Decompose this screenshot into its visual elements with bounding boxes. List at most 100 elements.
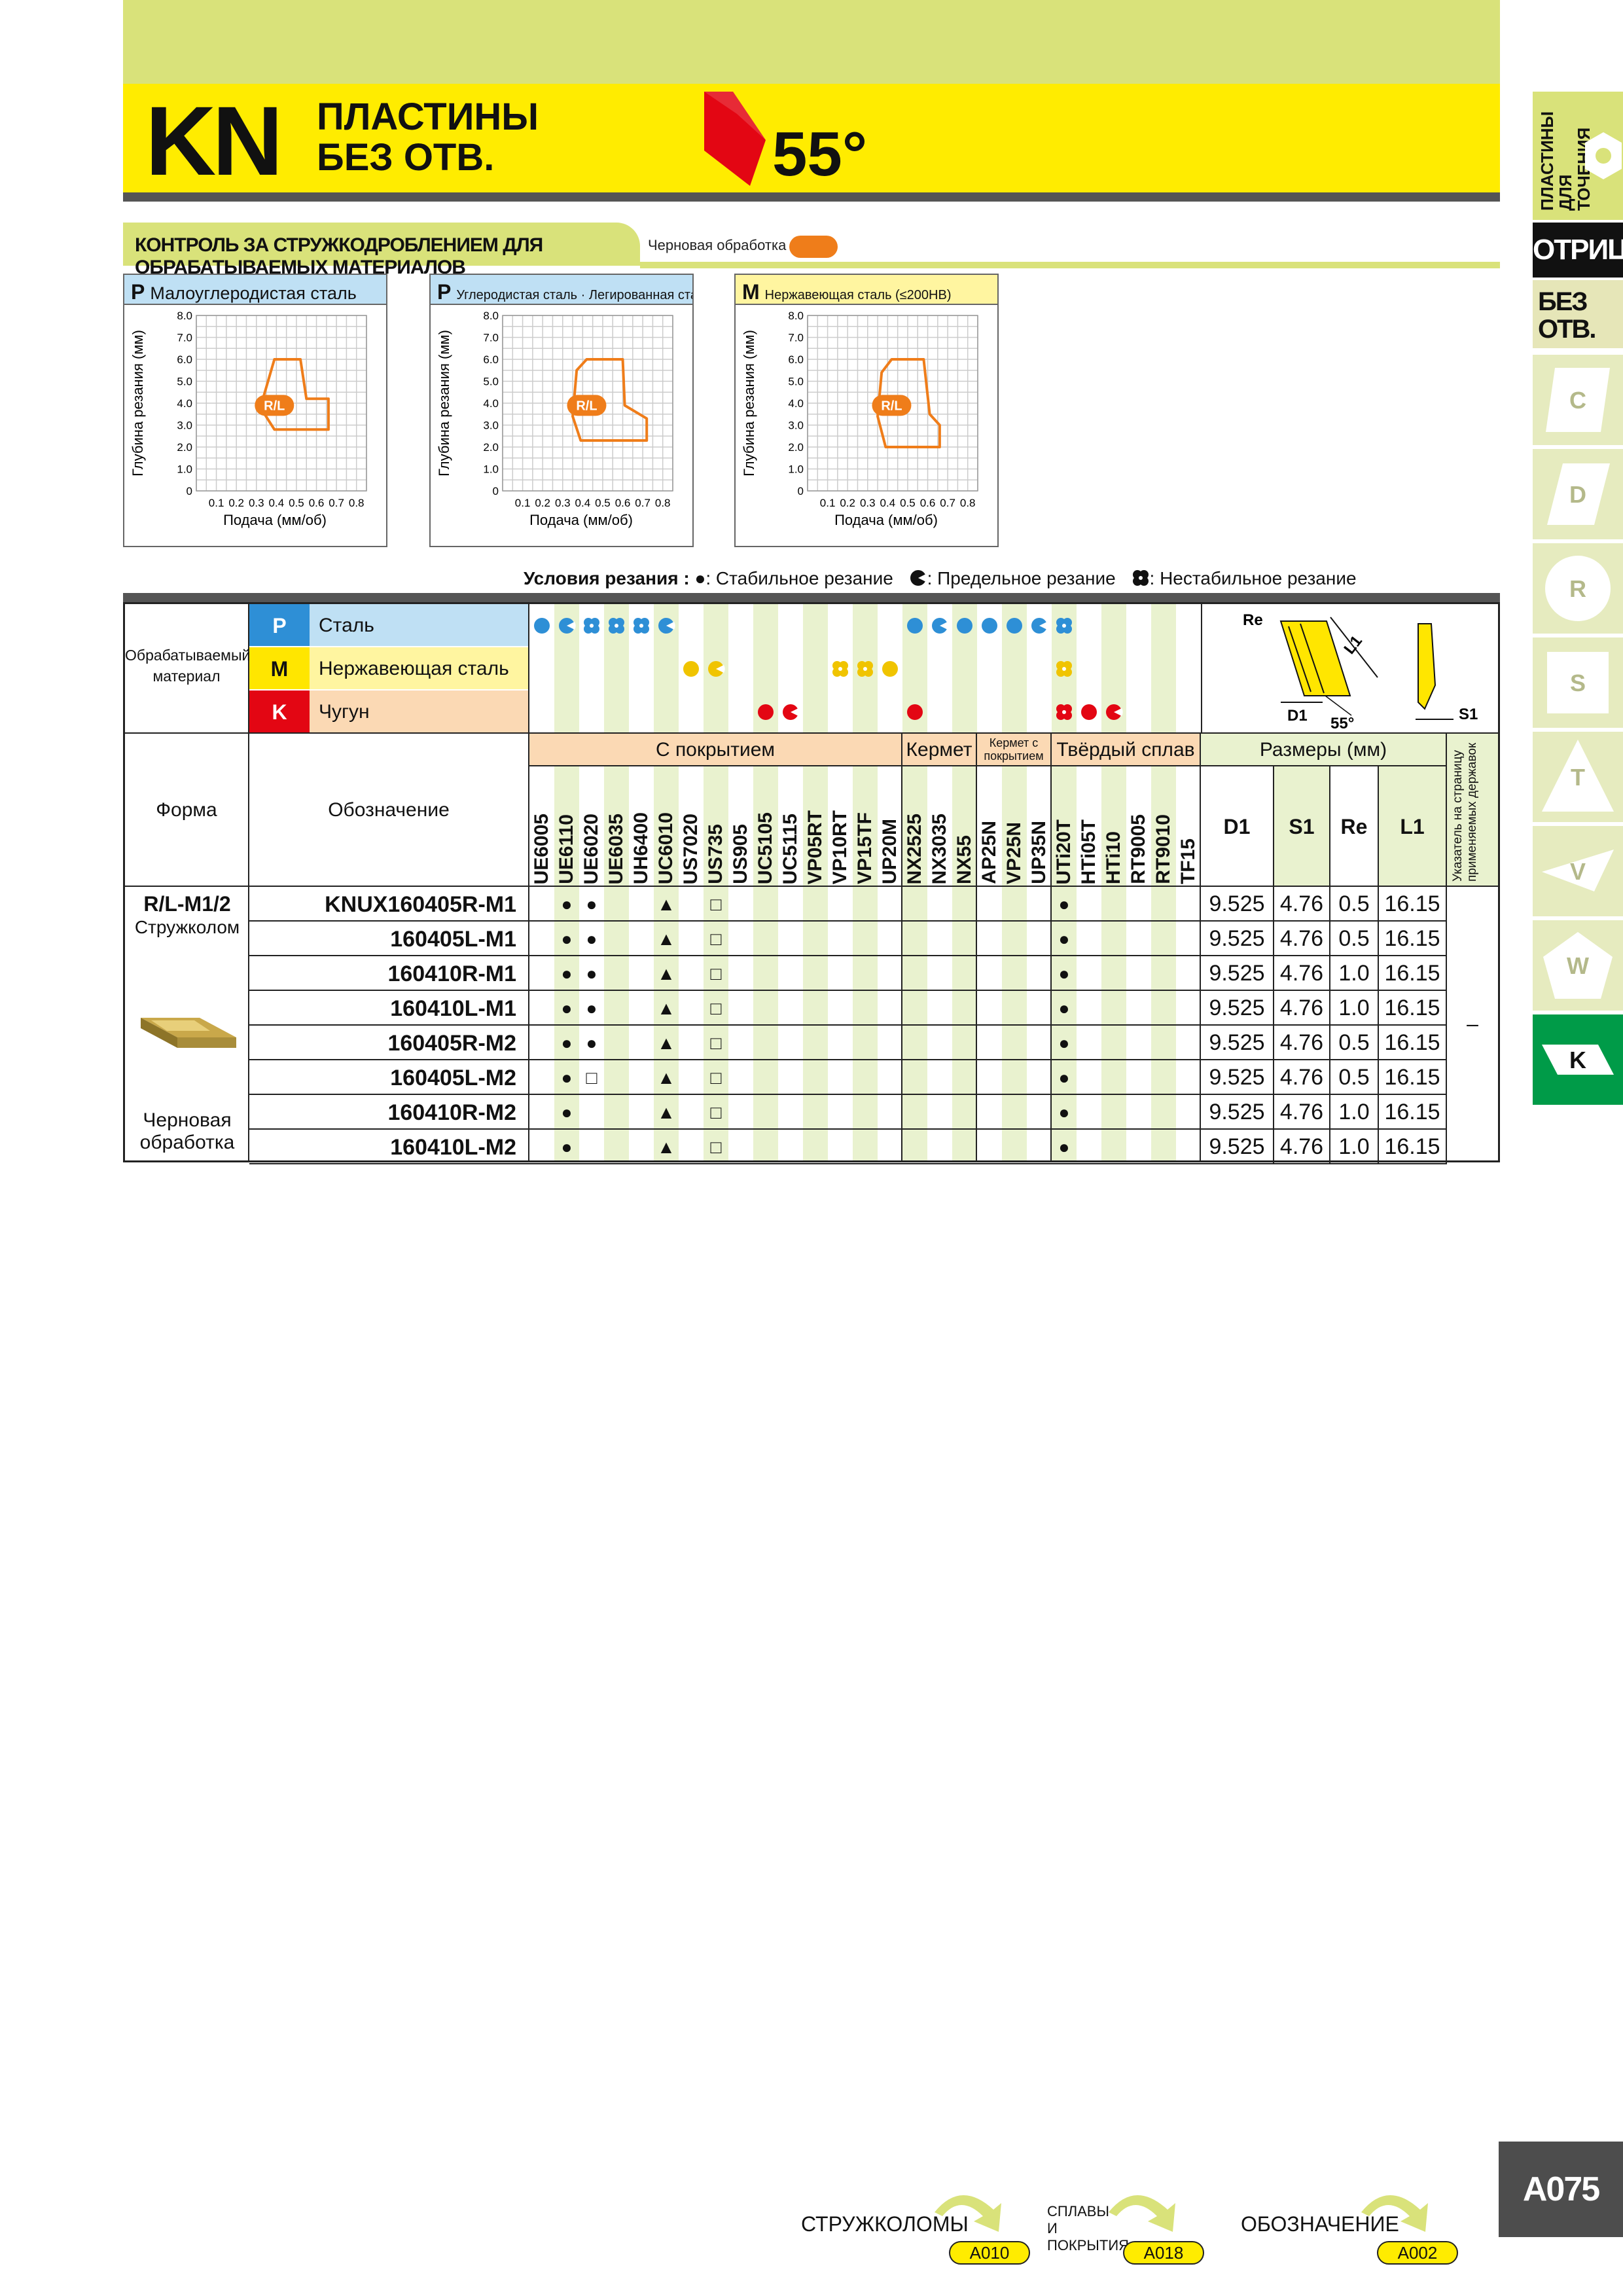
- region-label: R/L: [576, 399, 597, 413]
- designation: 160410R-M1: [387, 961, 516, 986]
- grade-label-cell: US905: [729, 769, 753, 884]
- shape-k-icon: K: [1542, 1045, 1614, 1075]
- grade-label-cell: VP25N: [1003, 769, 1026, 884]
- chipbreaker-name: R/L-M1/2: [143, 892, 231, 916]
- holder-ref-value: –: [1467, 1012, 1478, 1035]
- page-link-label: СТРУЖКОЛОМЫ: [801, 2212, 969, 2236]
- x-tick-label: 0.3: [249, 497, 264, 509]
- side-tab-t[interactable]: T: [1533, 732, 1623, 822]
- shape-s-icon: S: [1547, 652, 1609, 713]
- y-tick-label: 4.0: [483, 397, 499, 410]
- unstable-cutting-icon: [1056, 618, 1072, 634]
- shape-cell: R/L-M1/2 Стружколом Черновая обработка: [125, 887, 249, 1160]
- x-tick-label: 0.6: [309, 497, 325, 509]
- availability-mark: □: [710, 894, 722, 914]
- availability-mark: ▲: [657, 929, 675, 949]
- grade-label-cell: UC6010: [654, 769, 678, 884]
- y-tick-label: 0: [798, 485, 804, 497]
- side-tab-s[interactable]: S: [1533, 637, 1623, 728]
- material-code-k: K: [249, 691, 310, 734]
- x-tick-label: 0.4: [575, 497, 591, 509]
- x-tick-label: 0.3: [555, 497, 571, 509]
- x-tick-label: 0.7: [635, 497, 651, 509]
- y-axis-label: Глубина резания (мм): [130, 330, 146, 476]
- grade-vp15tf: VP15TF: [854, 812, 876, 884]
- dim-re: 1.0: [1330, 1130, 1379, 1164]
- grade-label-cell: UC5115: [779, 769, 802, 884]
- material-name-p: Сталь: [310, 604, 529, 647]
- availability-mark: ●: [561, 929, 573, 949]
- y-tick-label: 8.0: [788, 310, 804, 322]
- side-tab-negative[interactable]: ОТРИЦ.: [1533, 223, 1623, 278]
- region-label: R/L: [264, 399, 285, 413]
- y-axis-label: Глубина резания (мм): [741, 330, 757, 476]
- availability-mark: ●: [1058, 963, 1070, 984]
- availability-mark: ●: [1058, 1102, 1070, 1122]
- side-tab-w[interactable]: W: [1533, 920, 1623, 1011]
- dim-d1: 9.525: [1201, 1130, 1274, 1164]
- grade-tf15: TF15: [1177, 838, 1199, 884]
- designation: 160405L-M2: [390, 1066, 516, 1090]
- page-title: ПЛАСТИНЫ БЕЗ ОТВ.: [317, 97, 539, 178]
- grade-label-cell: US7020: [679, 769, 703, 884]
- designation: 160410L-M2: [390, 1135, 516, 1160]
- y-tick-label: 6.0: [177, 353, 192, 366]
- chip-breaking-chart: 8.0 7.0 6.0 5.0 4.0 3.0 2.0 1.0 0 0.1 0.2 0.3 0.4 0.5…: [436, 310, 673, 528]
- grade-vp05rt: VP05RT: [804, 810, 826, 884]
- x-tick-label: 0.6: [920, 497, 936, 509]
- designation-header: Обозначение: [249, 734, 529, 887]
- side-tab-d[interactable]: D: [1533, 449, 1623, 539]
- availability-mark: ●: [586, 894, 597, 914]
- re-label: Re: [1243, 611, 1263, 629]
- grade-nx55: NX55: [954, 834, 975, 884]
- availability-mark: ●: [561, 1102, 573, 1122]
- y-tick-label: 5.0: [788, 376, 804, 388]
- dim-s1: 4.76: [1274, 956, 1330, 991]
- page-link-a002[interactable]: A002: [1377, 2241, 1458, 2265]
- y-tick-label: 1.0: [788, 463, 804, 476]
- availability-mark: ●: [586, 998, 597, 1018]
- page-number: A075: [1499, 2142, 1623, 2237]
- limit-cutting-icon: [1106, 704, 1123, 720]
- side-tab-turning[interactable]: ПЛАСТИНЫ ДЛЯ ТОЧЕНИЯ: [1533, 92, 1623, 220]
- availability-mark: ●: [1058, 929, 1070, 949]
- grade-nx3035: NX3035: [929, 813, 950, 884]
- x-tick-label: 0.5: [900, 497, 916, 509]
- availability-mark: ●: [561, 894, 573, 914]
- y-tick-label: 7.0: [177, 332, 192, 344]
- limit-legend: : Предельное резание: [927, 568, 1116, 588]
- side-tab-no-hole[interactable]: БЕЗ ОТВ.: [1533, 280, 1623, 348]
- insert-dimension-drawing: Re L1 D1 55° S1: [1243, 611, 1478, 732]
- grade-label-cell: UP35N: [1027, 769, 1051, 884]
- material-label: Обрабатываемый материал: [125, 604, 250, 734]
- dim-header-d1: D1: [1201, 766, 1274, 887]
- grade-up20m: UP20M: [879, 818, 901, 884]
- grade-ap25n: AP25N: [978, 821, 1000, 884]
- y-tick-label: 5.0: [483, 376, 499, 388]
- page-link-a018[interactable]: A018: [1123, 2241, 1204, 2265]
- side-tab-c[interactable]: C: [1533, 355, 1623, 445]
- y-axis-label: Глубина резания (мм): [436, 330, 452, 476]
- side-tab-letter: W: [1567, 952, 1589, 979]
- dim-s1: 4.76: [1274, 1060, 1330, 1095]
- y-tick-label: 2.0: [483, 441, 499, 454]
- grade-label-cell: UE6110: [555, 769, 579, 884]
- grade-label-cell: VP10RT: [829, 769, 852, 884]
- limit-cutting-icon: [658, 618, 675, 634]
- x-tick-label: 0.4: [269, 497, 285, 509]
- chip-panel-header: PУглеродистая сталь · Легированная сталь…: [431, 275, 692, 305]
- dim-d1: 9.525: [1201, 922, 1274, 956]
- grade-uti20t: UTi20T: [1053, 819, 1075, 884]
- limit-cutting-icon: [1031, 618, 1048, 634]
- side-tab-r[interactable]: R: [1533, 543, 1623, 634]
- side-tab-letter: C: [1569, 387, 1586, 414]
- side-tab-k[interactable]: K: [1533, 1014, 1623, 1105]
- grade-label-cell: VP15TF: [853, 769, 877, 884]
- d1-label: D1: [1287, 707, 1308, 725]
- side-tab-v[interactable]: V: [1533, 826, 1623, 916]
- grade-label-cell: UE6035: [605, 769, 628, 884]
- page-link-a010[interactable]: A010: [949, 2241, 1030, 2265]
- stable-cutting-icon: [758, 704, 774, 720]
- grade-label-cell: NX3035: [928, 769, 952, 884]
- unstable-cutting-icon: [609, 618, 624, 634]
